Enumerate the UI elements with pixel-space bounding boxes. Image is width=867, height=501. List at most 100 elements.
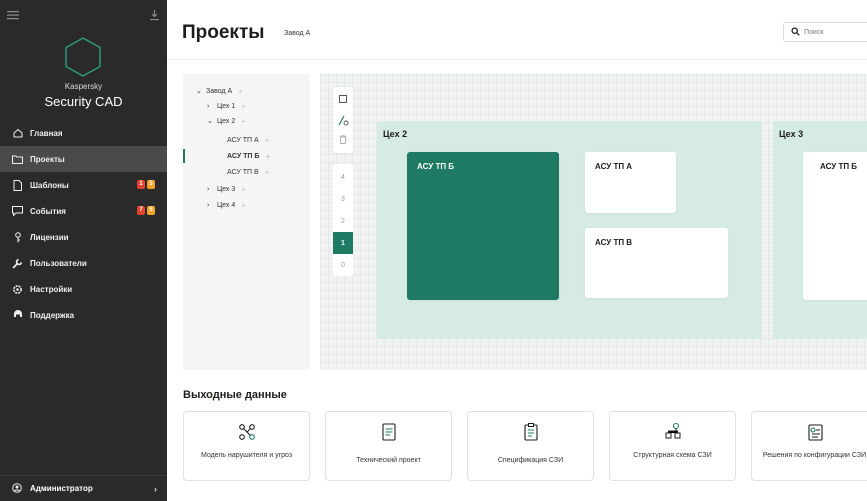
badge-count: 5 [147, 180, 155, 189]
chevron-right-icon[interactable]: › [207, 103, 217, 110]
page-header: Проекты Завод А [167, 0, 867, 60]
output-card-specification[interactable]: Спецификация СЗИ [467, 411, 594, 481]
tree-node-asu-tp-b[interactable]: АСУ ТП Б + [227, 149, 270, 163]
level-button-active[interactable]: 1 [333, 232, 353, 254]
add-icon[interactable]: + [241, 117, 246, 126]
badge-group: 7 5 [137, 206, 155, 215]
sidebar-item-events[interactable]: События 7 5 [0, 198, 167, 224]
tree-node-shop-2[interactable]: ⌄ Цех 2 + [207, 114, 246, 128]
sidebar-item-licenses[interactable]: Лицензии [0, 224, 167, 250]
sidebar-item-home[interactable]: Главная [0, 120, 167, 146]
support-icon [12, 310, 23, 321]
project-tree: ⌄ Завод А + › Цех 1 + ⌄ Цех 2 + АСУ ТП А… [183, 74, 310, 370]
chevron-right-icon[interactable]: › [207, 202, 217, 209]
add-icon[interactable]: + [265, 168, 270, 177]
clipboard-icon [523, 423, 538, 441]
output-card-label: Технический проект [356, 457, 421, 464]
add-icon[interactable]: + [238, 87, 243, 96]
tree-node-shop-4[interactable]: › Цех 4 + [207, 198, 246, 212]
settings-doc-icon [807, 424, 823, 441]
tree-node-asu-tp-a[interactable]: АСУ ТП А + [227, 133, 269, 147]
tool-palette [333, 87, 353, 153]
card-label: АСУ ТП Б [820, 162, 858, 171]
add-icon[interactable]: + [241, 185, 246, 194]
sidebar-item-label: Лицензии [30, 232, 69, 242]
edit-tool-button[interactable] [333, 110, 353, 130]
sidebar-item-templates[interactable]: Шаблоны 1 5 [0, 172, 167, 198]
level-selector: 4 3 2 1 0 [333, 164, 353, 276]
level-button[interactable]: 3 [333, 188, 353, 210]
breadcrumb[interactable]: Завод А [284, 30, 310, 37]
sidebar-item-label: События [30, 206, 66, 216]
section-title: Выходные данные [183, 389, 287, 401]
page-title: Проекты [182, 22, 265, 43]
selection-indicator [183, 149, 185, 163]
scheme-icon [665, 422, 680, 439]
layout-canvas[interactable]: 4 3 2 1 0 Цех 2 АСУ ТП Б АСУ ТП А АСУ ТП… [320, 74, 867, 370]
zone-title: Цех 2 [383, 129, 408, 139]
output-card-label: Модель нарушителя и угроз [200, 452, 293, 459]
tree-node-shop-1[interactable]: › Цех 1 + [207, 99, 246, 113]
search-box[interactable] [783, 22, 867, 42]
user-name: Администратор [30, 484, 93, 493]
brand-company: Kaspersky [64, 82, 103, 91]
chat-icon [12, 206, 23, 217]
sidebar-item-label: Настройки [30, 284, 73, 294]
output-card-config-solutions[interactable]: Решения по конфигурации СЗИ [751, 411, 867, 481]
zone-shop-3[interactable]: Цех 3 АСУ ТП Б [773, 121, 867, 339]
app-root: Kaspersky Security CAD Главная Проекты Ш… [0, 0, 867, 501]
wrench-icon [12, 258, 23, 269]
output-card-threat-model[interactable]: Модель нарушителя и угроз [183, 411, 310, 481]
graph-icon [238, 424, 255, 440]
badge-group: 1 5 [137, 180, 155, 189]
sidebar-nav: Главная Проекты Шаблоны 1 5 События 7 5 [0, 120, 167, 328]
hamburger-menu-icon[interactable] [6, 9, 20, 23]
sidebar-item-label: Главная [30, 128, 63, 138]
tree-node-label: Цех 3 [217, 185, 236, 193]
output-card-technical-project[interactable]: Технический проект [325, 411, 452, 481]
tree-node-label: Цех 4 [217, 201, 236, 209]
sidebar-item-projects[interactable]: Проекты [0, 146, 167, 172]
output-card-structure-scheme[interactable]: Структурная схема СЗИ [609, 411, 736, 481]
zone-shop-2[interactable]: Цех 2 АСУ ТП Б АСУ ТП А АСУ ТП В [377, 121, 762, 339]
chevron-down-icon[interactable]: ⌄ [196, 87, 206, 95]
sidebar-item-label: Пользователи [30, 258, 87, 268]
search-icon [791, 26, 800, 38]
badge-count: 5 [147, 206, 155, 215]
trash-icon [339, 134, 347, 144]
download-icon[interactable] [147, 9, 161, 23]
system-card[interactable]: АСУ ТП Б [803, 152, 867, 300]
system-card[interactable]: АСУ ТП В [585, 228, 728, 298]
add-icon[interactable]: + [265, 136, 270, 145]
sidebar-item-users[interactable]: Пользователи [0, 250, 167, 276]
tree-node-label: АСУ ТП Б [227, 152, 260, 160]
add-icon[interactable]: + [265, 152, 270, 161]
chevron-down-icon[interactable]: ⌄ [207, 117, 217, 125]
level-button[interactable]: 2 [333, 210, 353, 232]
zone-title: Цех 3 [779, 129, 804, 139]
tree-node-asu-tp-v[interactable]: АСУ ТП В + [227, 165, 269, 179]
sidebar-item-support[interactable]: Поддержка [0, 302, 167, 328]
tree-node-shop-3[interactable]: › Цех 3 + [207, 182, 246, 196]
card-label: АСУ ТП В [595, 238, 633, 247]
chevron-right-icon[interactable]: › [207, 186, 217, 193]
level-button[interactable]: 0 [333, 254, 353, 276]
home-icon [12, 128, 23, 139]
search-input[interactable] [804, 28, 864, 36]
user-menu-button[interactable]: Администратор › [0, 475, 167, 501]
delete-tool-button[interactable] [333, 129, 353, 149]
sidebar-item-label: Проекты [30, 154, 65, 164]
system-card[interactable]: АСУ ТП А [585, 152, 676, 213]
select-tool-button[interactable] [333, 89, 353, 109]
sidebar: Kaspersky Security CAD Главная Проекты Ш… [0, 0, 167, 501]
gear-icon [12, 284, 23, 295]
add-icon[interactable]: + [241, 102, 246, 111]
sidebar-item-settings[interactable]: Настройки [0, 276, 167, 302]
add-icon[interactable]: + [241, 201, 246, 210]
tree-node-plant-a[interactable]: ⌄ Завод А + [196, 84, 243, 98]
chevron-right-icon: › [154, 483, 157, 494]
system-card-selected[interactable]: АСУ ТП Б [407, 152, 559, 300]
level-button[interactable]: 4 [333, 166, 353, 188]
tree-node-label: Завод А [206, 87, 233, 95]
brand-product: Security CAD [44, 94, 123, 109]
